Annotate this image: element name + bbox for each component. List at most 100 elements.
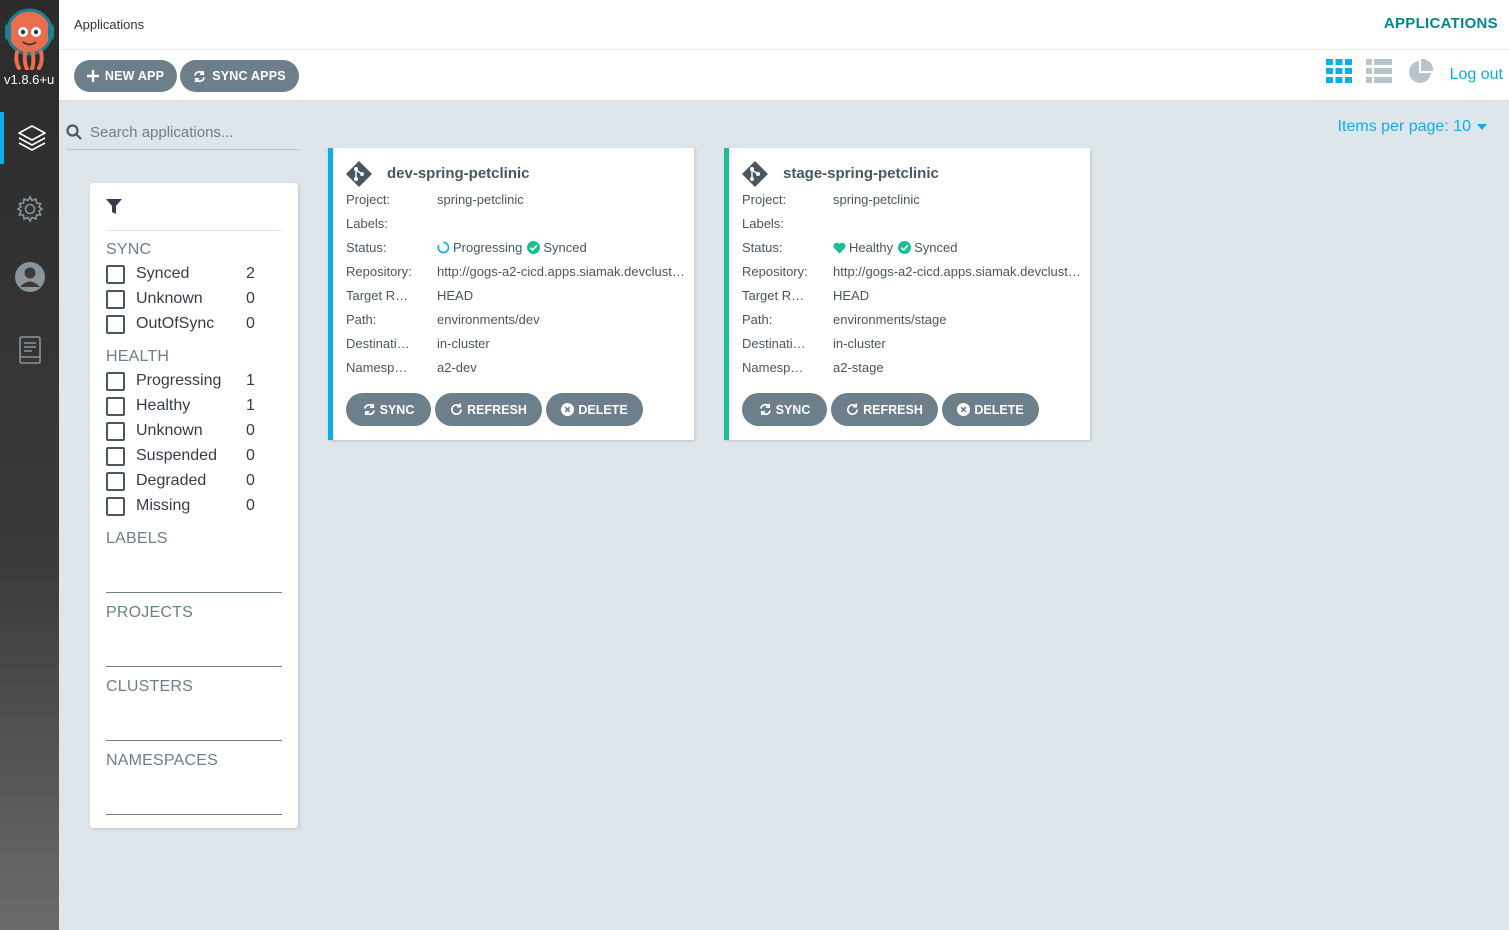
refresh-button[interactable]: REFRESH <box>435 393 542 426</box>
filters-panel: SYNC Synced 2 Unknown 0 OutOfSync 0 HEAL… <box>90 183 298 828</box>
app-field-repository: Repository: http://gogs-a2-cicd.apps.siam… <box>742 264 1085 279</box>
list-view-icon <box>1366 59 1392 83</box>
view-summary-button[interactable] <box>1407 58 1434 90</box>
filter-sync-unknown[interactable]: Unknown 0 <box>106 288 266 310</box>
page-title: Applications <box>74 17 145 32</box>
checkbox[interactable] <box>106 446 125 466</box>
app-field-path: Path: environments/dev <box>346 312 540 327</box>
checkbox[interactable] <box>106 496 125 516</box>
sidebar-item-user-info[interactable] <box>0 251 59 303</box>
git-icon <box>742 161 768 187</box>
sidebar-item-docs[interactable] <box>0 324 59 376</box>
heart-icon <box>833 242 846 254</box>
filter-health-progressing[interactable]: Progressing 1 <box>106 370 266 392</box>
top-header: Applications APPLICATIONS <box>59 0 1509 50</box>
synced-check-icon <box>527 241 541 254</box>
filter-health-title: HEALTH <box>106 348 170 365</box>
filter-health-unknown[interactable]: Unknown 0 <box>106 420 266 442</box>
filter-sync-synced[interactable]: Synced 2 <box>106 263 266 285</box>
filter-health-missing[interactable]: Missing 0 <box>106 495 266 517</box>
sync-apps-button[interactable]: SYNC APPS <box>180 60 299 92</box>
new-app-button[interactable]: NEW APP <box>74 60 177 92</box>
sidebar: v1.8.6+u <box>0 0 59 930</box>
version-label: v1.8.6+u <box>4 72 55 87</box>
checkbox[interactable] <box>106 289 125 309</box>
filter-namespaces-input[interactable] <box>106 814 282 815</box>
filter-health-healthy[interactable]: Healthy 1 <box>106 395 266 417</box>
user-icon <box>14 262 45 292</box>
checkbox[interactable] <box>106 396 125 416</box>
checkbox[interactable] <box>106 264 125 284</box>
delete-circle-icon <box>561 403 575 416</box>
app-field-labels: Labels: <box>742 216 784 231</box>
app-field-path: Path: environments/stage <box>742 312 947 327</box>
refresh-button[interactable]: REFRESH <box>831 393 938 426</box>
synced-check-icon <box>898 241 912 254</box>
search-box <box>66 119 299 150</box>
sync-status: Synced <box>914 240 958 255</box>
filter-sync-outofsync[interactable]: OutOfSync 0 <box>106 313 266 335</box>
filter-projects-input[interactable] <box>106 666 282 667</box>
gear-icon <box>16 195 43 223</box>
sync-icon <box>759 403 771 416</box>
layers-icon <box>17 125 46 151</box>
plus-icon <box>86 70 99 82</box>
app-name[interactable]: stage-spring-petclinic <box>783 165 939 182</box>
filter-header <box>106 199 282 231</box>
sidebar-item-applications[interactable] <box>0 112 59 164</box>
toolbar: NEW APP SYNC APPS Log out <box>59 50 1509 101</box>
delete-button[interactable]: DELETE <box>546 393 643 426</box>
filter-clusters-input[interactable] <box>106 740 282 741</box>
app-card-stage-spring-petclinic[interactable]: stage-spring-petclinic Project: spring-pe… <box>724 148 1090 440</box>
items-per-page-label: Items per page: 10 <box>1337 118 1471 135</box>
header-applications-title: APPLICATIONS <box>1383 15 1498 32</box>
delete-button[interactable]: DELETE <box>942 393 1039 426</box>
sync-icon <box>363 403 375 416</box>
sync-button[interactable]: SYNC <box>346 393 431 426</box>
progressing-spinner-icon <box>437 241 450 254</box>
git-icon <box>346 161 372 187</box>
app-field-repository: Repository: http://gogs-a2-cicd.apps.siam… <box>346 264 689 279</box>
sync-button[interactable]: SYNC <box>742 393 827 426</box>
app-field-destination: Destination: in-cluster <box>346 336 490 351</box>
app-field-project: Project: spring-petclinic <box>346 192 524 207</box>
filter-clusters-title: CLUSTERS <box>106 678 193 695</box>
grid-view-icon <box>1326 59 1352 83</box>
checkbox[interactable] <box>106 471 125 491</box>
checkbox[interactable] <box>106 371 125 391</box>
app-field-target-revision: Target Revision:HEAD <box>742 288 870 303</box>
refresh-icon <box>451 403 463 415</box>
app-card-dev-spring-petclinic[interactable]: dev-spring-petclinic Project: spring-petc… <box>328 148 694 440</box>
filter-health-suspended[interactable]: Suspended 0 <box>106 445 266 467</box>
filter-labels-title: LABELS <box>106 530 168 547</box>
delete-circle-icon <box>957 403 971 416</box>
search-input[interactable] <box>90 119 295 145</box>
filter-icon <box>106 199 122 214</box>
sidebar-item-settings[interactable] <box>0 183 59 235</box>
argo-logo-icon[interactable] <box>5 8 54 71</box>
filter-namespaces-title: NAMESPACES <box>106 752 218 769</box>
app-field-namespace: Namespace: a2-stage <box>742 360 884 375</box>
health-status: Healthy <box>849 240 894 255</box>
app-field-target-revision: Target Revision:HEAD <box>346 288 474 303</box>
refresh-icon <box>847 403 859 415</box>
view-list-button[interactable] <box>1366 59 1392 88</box>
sync-status: Synced <box>543 240 587 255</box>
filter-sync-title: SYNC <box>106 241 152 258</box>
checkbox[interactable] <box>106 314 125 334</box>
app-field-project: Project: spring-petclinic <box>742 192 920 207</box>
app-field-destination: Destination: in-cluster <box>742 336 886 351</box>
checkbox[interactable] <box>106 421 125 441</box>
logout-link[interactable]: Log out <box>1450 66 1503 84</box>
items-per-page-dropdown[interactable]: Items per page: 10 <box>1338 118 1487 136</box>
new-app-label: NEW APP <box>104 69 165 83</box>
search-icon <box>66 124 82 140</box>
view-tiles-button[interactable] <box>1326 59 1352 88</box>
docs-icon <box>18 336 41 364</box>
filter-labels-input[interactable] <box>106 592 282 593</box>
pie-chart-icon <box>1409 58 1434 83</box>
app-field-status: Status: Healthy Synced <box>742 240 958 255</box>
app-name[interactable]: dev-spring-petclinic <box>387 165 530 182</box>
sync-apps-label: SYNC APPS <box>212 69 286 83</box>
filter-health-degraded[interactable]: Degraded 0 <box>106 470 266 492</box>
